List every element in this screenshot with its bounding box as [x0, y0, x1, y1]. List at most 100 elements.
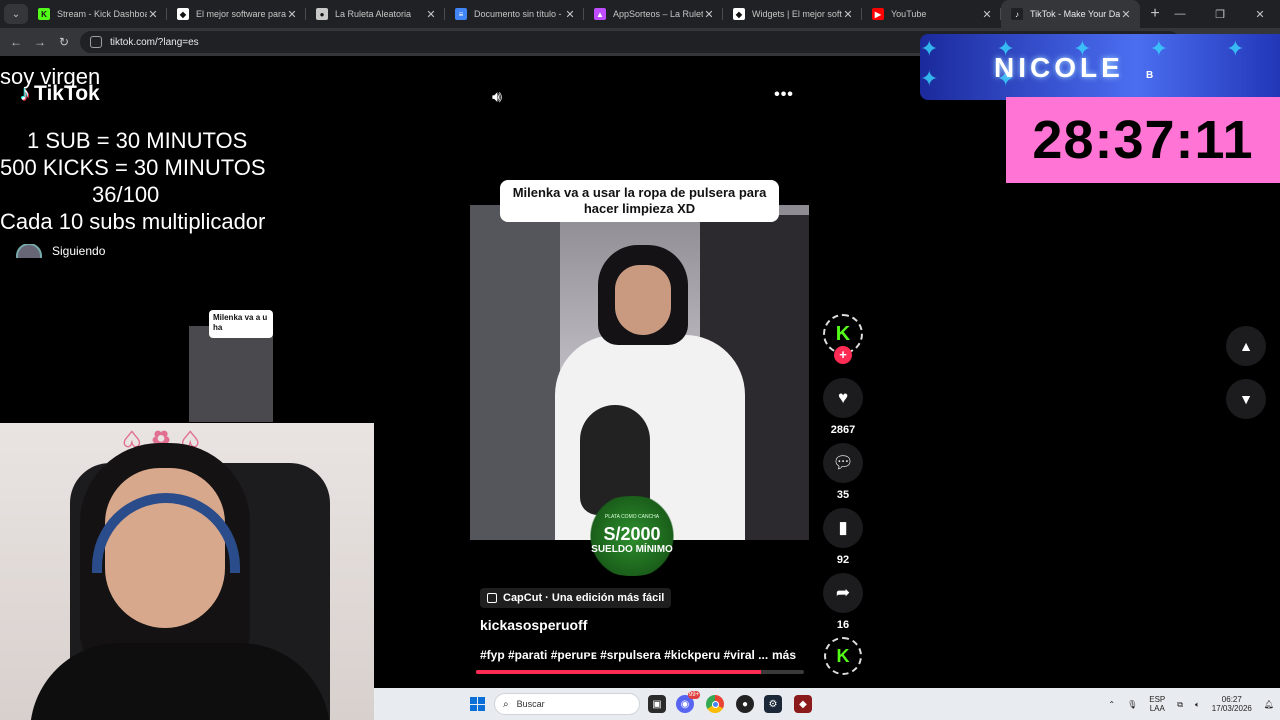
author-username[interactable]: kickasosperuoff — [480, 617, 587, 633]
sidebar-following[interactable]: Siguiendo — [16, 244, 105, 258]
lang-bottom: LAA — [1149, 704, 1165, 713]
tab-title: La Ruleta Aleatoria — [335, 9, 412, 19]
close-tab-icon[interactable]: ✕ — [1120, 8, 1132, 21]
browser-tab[interactable]: ♪ TikTok - Make Your Day ✕ — [1001, 0, 1140, 28]
heart-icon[interactable]: ♥ — [823, 378, 863, 418]
sticker-amount: S/2000 — [603, 524, 661, 544]
microphone-icon[interactable]: 🎙︎ — [1127, 700, 1137, 709]
taskbar-search-input[interactable]: ⌕ Buscar — [494, 693, 640, 715]
lang-top: ESP — [1149, 695, 1166, 704]
tab-title: Stream - Kick Dashboard — [57, 9, 147, 19]
next-video-thumbnail[interactable] — [189, 326, 273, 422]
obs-icon[interactable]: ● — [736, 695, 754, 713]
tab-strip: KStream - Kick Dashboard✕◆El mejor softw… — [28, 0, 1140, 28]
close-tab-icon[interactable]: ✕ — [425, 8, 437, 21]
share-action: ➦ 16 — [823, 573, 863, 631]
follow-button[interactable]: + — [834, 346, 852, 364]
subathon-timer: 28:37:11 — [1006, 97, 1280, 183]
browser-tab[interactable]: ● La Ruleta Aleatoria ✕ — [306, 0, 445, 28]
overlay-kicks-rule: 500 KICKS = 30 MINUTOS — [0, 155, 266, 180]
next-video-button[interactable]: ▼ — [1226, 379, 1266, 419]
clock-date: 17/03/2026 — [1211, 704, 1252, 713]
share-icon[interactable]: ➦ — [823, 573, 863, 613]
video-hashtags[interactable]: #fyp #parati #peruᴘᴇ #srpulsera #kickper… — [480, 648, 768, 662]
close-tab-icon[interactable]: ✕ — [147, 8, 159, 21]
close-tab-icon[interactable]: ✕ — [981, 8, 993, 21]
windows-start-icon[interactable] — [470, 697, 485, 711]
language-indicator[interactable]: ESP LAA — [1149, 695, 1165, 713]
volume-tray-icon[interactable]: 🔈︎ — [1195, 700, 1200, 709]
appsorteos-icon: ▲ — [594, 8, 606, 20]
chevron-down-icon: ▼ — [1239, 391, 1253, 407]
forward-icon[interactable]: → — [28, 35, 52, 49]
thumbnail-caption: Milenka va a u ha — [209, 310, 273, 338]
comment-count: 35 — [836, 489, 850, 501]
tab-title: Documento sin título - Do — [474, 9, 564, 19]
comment-icon[interactable]: 💬︎ — [823, 443, 863, 483]
site-info-icon[interactable] — [90, 36, 102, 48]
more-description-link[interactable]: más — [772, 648, 796, 662]
more-options-icon[interactable]: ••• — [770, 86, 798, 110]
browser-tab[interactable]: K Stream - Kick Dashboard✕ — [28, 0, 167, 28]
tiktok-logo[interactable]: ♪ TikTok — [20, 82, 100, 106]
reload-icon[interactable]: ↻ — [52, 35, 76, 49]
close-tab-icon[interactable]: ✕ — [564, 8, 576, 21]
browser-tab[interactable]: ◆ Widgets | El mejor softwa✕ — [723, 0, 862, 28]
browser-tab[interactable]: ▶ YouTube ✕ — [862, 0, 1001, 28]
previous-video-button[interactable]: ▲ — [1226, 326, 1266, 366]
browser-tab-bar: ⌄ KStream - Kick Dashboard✕◆El mejor sof… — [0, 0, 1280, 28]
capcut-label: CapCut · Una edición más fácil — [503, 592, 665, 604]
taskbar-search-placeholder: Buscar — [516, 699, 545, 709]
browser-tab[interactable]: ▲ AppSorteos – La Ruleta d✕ — [584, 0, 723, 28]
volume-icon[interactable]: 🔊︎ — [484, 86, 510, 110]
sticker-label: SUELDO MÍNIMO — [591, 544, 673, 555]
video-progress-bar[interactable] — [476, 670, 804, 674]
tab-title: YouTube — [891, 9, 927, 19]
steam-icon[interactable]: ⚙ — [764, 695, 782, 713]
bookmark-icon[interactable]: ▮ — [823, 508, 863, 548]
close-tab-icon[interactable]: ✕ — [842, 8, 854, 21]
browser-tab[interactable]: ◆ El mejor software para po✕ — [167, 0, 306, 28]
like-count: 2867 — [830, 424, 856, 436]
tray-expand-icon[interactable]: ⌃ — [1108, 700, 1115, 709]
tab-search-button[interactable]: ⌄ — [4, 4, 28, 24]
network-icon[interactable]: ⧉ — [1177, 700, 1183, 709]
share-count: 16 — [836, 619, 850, 631]
video-progress-fill — [476, 670, 762, 674]
overlay-sub-count: 36/100 — [92, 182, 160, 207]
music-disc-icon[interactable]: K — [824, 637, 862, 675]
back-icon[interactable]: ← — [4, 35, 28, 49]
search-icon: ⌕ — [503, 698, 509, 710]
task-view-icon[interactable]: ▣ — [648, 695, 666, 713]
overlay-multiplier: Cada 10 subs multiplicador — [0, 209, 266, 234]
close-window-button[interactable]: ✕ — [1240, 8, 1280, 21]
maximize-button[interactable]: ❐ — [1200, 8, 1240, 21]
close-tab-icon[interactable]: ✕ — [286, 8, 298, 21]
clock[interactable]: 06:27 17/03/2026 — [1212, 695, 1252, 713]
clock-time: 06:27 — [1221, 695, 1242, 704]
overlay-sub-rule: 1 SUB = 30 MINUTOS — [27, 128, 248, 153]
following-label: Siguiendo — [52, 244, 106, 258]
windows-taskbar: ⌕ Buscar ▣ ◉ 99+ ● ⚙ ◆ ⌃ 🎙︎ ESP LAA ⧉ 🔈︎ … — [374, 688, 1280, 720]
capcut-link[interactable]: CapCut · Una edición más fácil — [480, 588, 672, 608]
comment-action: 💬︎ 35 — [823, 443, 863, 501]
browser-tab[interactable]: ≡ Documento sin título - Do✕ — [445, 0, 584, 28]
video-wall — [470, 205, 560, 540]
chevron-up-icon: ▲ — [1239, 338, 1253, 354]
close-tab-icon[interactable]: ✕ — [703, 8, 715, 21]
chrome-icon[interactable] — [706, 695, 724, 713]
video-player[interactable] — [470, 205, 809, 540]
sticker-top-text: PLATA COMO CANCHA — [604, 514, 660, 520]
minimize-button[interactable]: — — [1160, 8, 1200, 20]
streamer-name-banner: ✦ ✦ ✦ ✦ ✦ ✦ ✦ NICOLE B — [920, 34, 1280, 100]
tab-title: Widgets | El mejor softwa — [752, 9, 842, 19]
video-caption: Milenka va a usar la ropa de pulsera par… — [500, 180, 779, 222]
video-person-face — [615, 265, 671, 335]
system-tray: ⌃ 🎙︎ ESP LAA ⧉ 🔈︎ 06:27 17/03/2026 🔔︎ — [1102, 688, 1280, 720]
diamond-icon: ◆ — [733, 8, 745, 20]
notifications-icon[interactable]: 🔔︎ — [1264, 700, 1274, 709]
url-text: tiktok.com/?lang=es — [110, 36, 199, 48]
save-action: ▮ 92 — [823, 508, 863, 566]
dota-icon[interactable]: ◆ — [794, 695, 812, 713]
video-sticker: PLATA COMO CANCHA S/2000 SUELDO MÍNIMO — [577, 496, 687, 576]
